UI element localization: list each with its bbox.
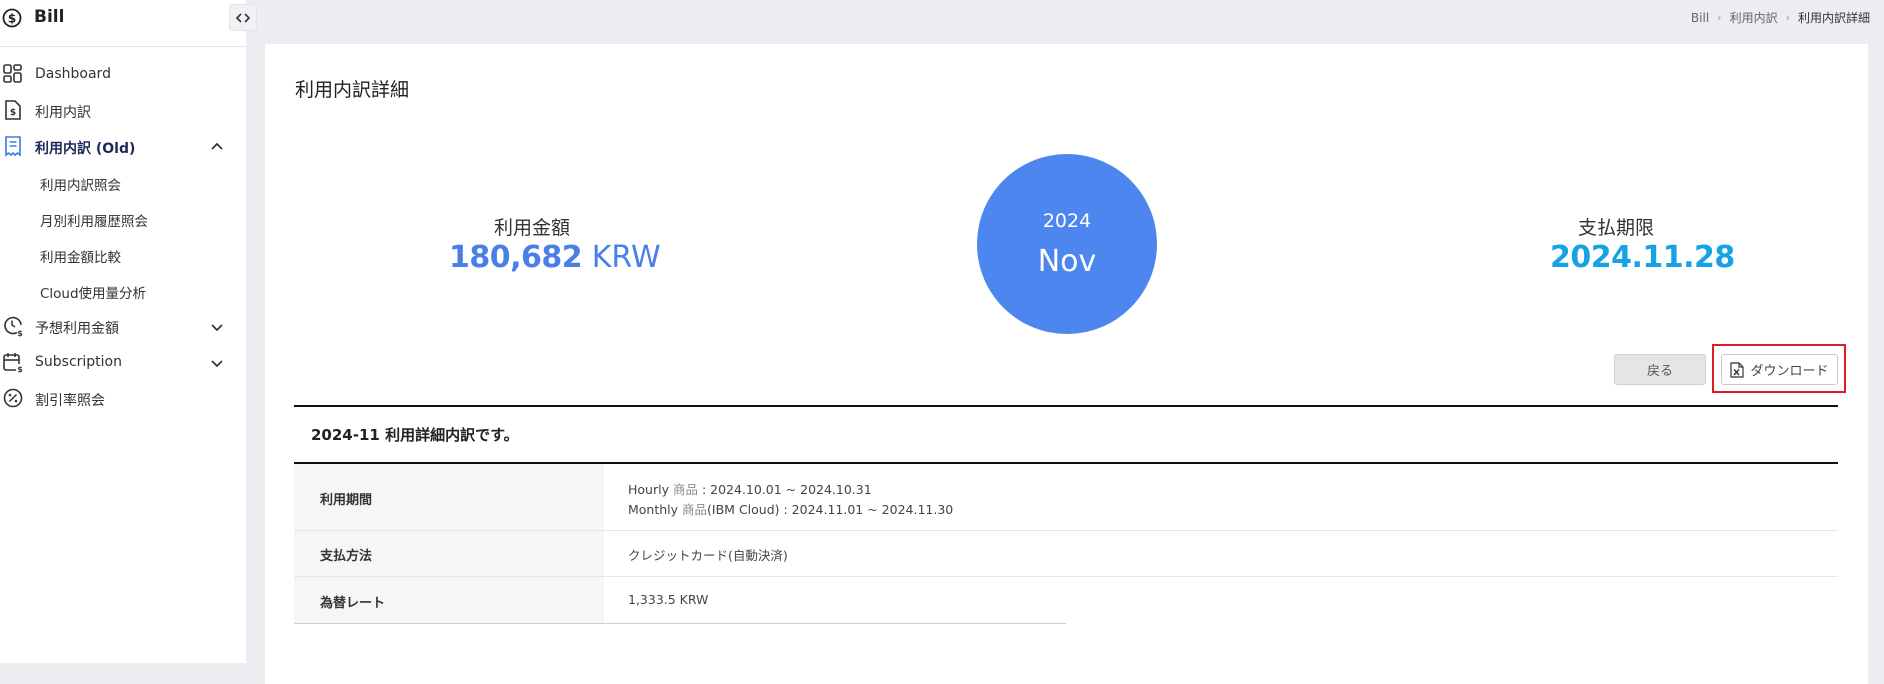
rate-value: 1,333.5 KRW [628, 592, 709, 607]
sidebar-item-label: 割引率照会 [35, 393, 105, 409]
breadcrumb-separator-icon: › [1717, 11, 1722, 24]
period-line-hourly: Hourly 商品 : 2024.10.01 ~ 2024.10.31 [628, 479, 872, 498]
chevron-up-icon[interactable] [209, 139, 225, 155]
amount-number: 180,682 [449, 240, 583, 275]
svg-text:$: $ [10, 108, 16, 118]
period-line-rest: : 2024.10.01 ~ 2024.10.31 [697, 482, 872, 497]
breadcrumb-usage[interactable]: 利用内訳 [1730, 9, 1778, 26]
page-title: 利用内訳詳細 [295, 79, 410, 101]
amount-value: 180,682 KRW [449, 240, 661, 275]
sidebar-item-label: 予想利用金額 [35, 321, 119, 337]
month-circle-year: 2024 [1042, 210, 1092, 232]
app-title: Bill [34, 7, 65, 27]
sidebar-item-label: Dashboard [35, 66, 111, 82]
row-label-cell: 利用期間 [294, 464, 604, 530]
dollar-circle-icon: $ [2, 8, 22, 28]
table-row-period: 利用期間 Hourly 商品 : 2024.10.01 ~ 2024.10.31… [294, 464, 1838, 531]
dashboard-grid-icon [3, 64, 22, 83]
breadcrumb-bill[interactable]: Bill [1691, 11, 1709, 25]
period-label: 利用期間 [320, 493, 373, 508]
amount-currency: KRW [591, 240, 661, 275]
sidebar-item-forecast[interactable]: $ 予想利用金額 [0, 311, 246, 341]
clock-dollar-icon: $ [4, 316, 23, 337]
invoice-dollar-icon: $ [5, 100, 21, 120]
sidebar-header: $ Bill [0, 0, 257, 47]
sidebar-item-label: 利用内訳 [35, 105, 91, 121]
sidebar-item-usage[interactable]: $ 利用内訳 [0, 95, 246, 125]
period-line-rest: (IBM Cloud) : 2024.11.01 ~ 2024.11.30 [707, 502, 954, 517]
period-line-kind: 商品 [682, 502, 708, 517]
sidebar-subitem-monthly-history[interactable]: 月別利用履歴照会 [40, 210, 148, 230]
chevron-down-icon[interactable] [209, 355, 225, 371]
receipt-icon [5, 136, 21, 157]
table-row-rate: 為替レート 1,333.5 KRW [294, 577, 1066, 623]
sidebar-collapse-button[interactable] [229, 4, 257, 31]
percent-circle-icon [3, 388, 23, 408]
row-label-cell: 支払方法 [294, 531, 604, 576]
svg-text:$: $ [8, 11, 16, 25]
month-circle-month: Nov [1037, 244, 1097, 279]
sidebar-subitem-amount-compare[interactable]: 利用金額比較 [40, 246, 121, 266]
sidebar-item-label: Subscription [35, 354, 122, 370]
chevron-down-icon[interactable] [209, 319, 225, 335]
sidebar-item-discount[interactable]: 割引率照会 [0, 383, 246, 413]
breadcrumb: Bill › 利用内訳 › 利用内訳詳細 [1691, 9, 1870, 26]
amount-label: 利用金額 [494, 217, 571, 239]
calendar-dollar-icon: $ [3, 353, 24, 373]
payment-value: クレジットカード(自動決済) [628, 548, 788, 563]
table-row-payment: 支払方法 クレジットカード(自動決済) [294, 531, 1838, 577]
code-arrows-icon [236, 12, 250, 23]
due-date: 2024.11.28 [1550, 240, 1735, 275]
period-line-monthly: Monthly 商品(IBM Cloud) : 2024.11.01 ~ 202… [628, 499, 953, 518]
back-button-label: 戻る [1646, 364, 1673, 379]
sidebar-item-label: 利用内訳 (Old) [35, 141, 136, 157]
table-bottom-divider [294, 623, 1066, 624]
sidebar-subitem-cloud-analysis[interactable]: Cloud使用量分析 [40, 282, 146, 302]
rate-label: 為替レート [320, 596, 386, 611]
svg-text:$: $ [17, 365, 23, 373]
month-circle: 2024 Nov [977, 154, 1157, 334]
payment-label: 支払方法 [320, 549, 373, 564]
section-divider-top [294, 405, 1838, 407]
sidebar: $ Bill Dashboard $ 利用内訳 利用内訳 (Old) 利用内訳照… [0, 0, 257, 663]
sidebar-item-subscription[interactable]: $ Subscription [0, 347, 246, 377]
breadcrumb-current: 利用内訳詳細 [1797, 11, 1870, 25]
row-label-cell: 為替レート [294, 577, 604, 623]
sidebar-item-usage-old[interactable]: 利用内訳 (Old) [0, 131, 246, 161]
back-button[interactable]: 戻る [1614, 354, 1706, 385]
section-title: 2024-11 利用詳細内訳です。 [311, 426, 519, 444]
download-highlight-box [1712, 344, 1846, 393]
sidebar-item-dashboard[interactable]: Dashboard [0, 59, 246, 89]
due-label: 支払期限 [1578, 217, 1655, 239]
sidebar-subitem-usage-inquiry[interactable]: 利用内訳照会 [40, 174, 121, 194]
period-line-prefix: Monthly [628, 502, 683, 517]
period-line-kind: 商品 [672, 482, 698, 497]
breadcrumb-separator-icon: › [1785, 11, 1790, 24]
svg-text:$: $ [17, 329, 23, 337]
period-line-prefix: Hourly [628, 482, 673, 497]
